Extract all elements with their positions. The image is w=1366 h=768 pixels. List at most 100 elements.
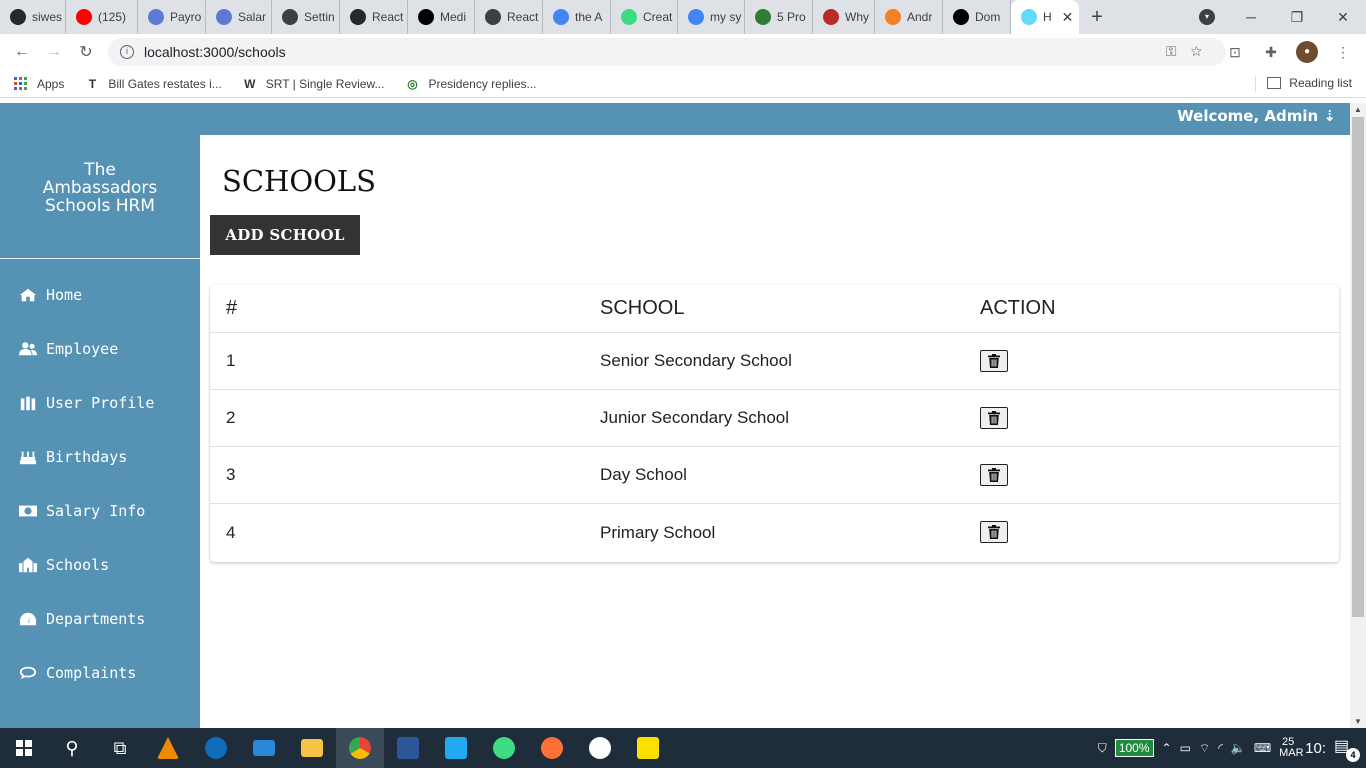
windows-start-icon[interactable]	[0, 728, 48, 768]
time-display[interactable]: 10:	[1305, 740, 1326, 757]
browser-tab[interactable]: Medi	[408, 0, 475, 34]
tribune-icon: T	[88, 76, 97, 91]
vlc-icon[interactable]	[144, 728, 192, 768]
volume-icon[interactable]: 🔈	[1231, 741, 1246, 755]
forward-icon[interactable]: →	[38, 43, 70, 61]
sidebar-item-birthdays[interactable]: Birthdays	[0, 430, 200, 484]
address-bar[interactable]: i localhost:3000/schools ⚿☆	[108, 38, 1226, 66]
browser-tab[interactable]: (125)	[66, 0, 138, 34]
edge-icon[interactable]	[192, 728, 240, 768]
scroll-down-icon[interactable]: ▼	[1354, 717, 1362, 726]
page-scrollbar[interactable]: ▲ ▼	[1350, 103, 1366, 728]
site-info-icon[interactable]: i	[120, 45, 134, 59]
sidebar-item-schools[interactable]: Schools	[0, 538, 200, 592]
task-view-icon[interactable]: ⧉	[96, 728, 144, 768]
menu-kebab-icon[interactable]: ⋮	[1332, 41, 1354, 63]
extensions-puzzle-icon[interactable]: ✚	[1260, 41, 1282, 63]
browser-tab-label: Dom	[975, 10, 1001, 24]
maximize-icon[interactable]: ❐	[1274, 9, 1320, 26]
sidebar-item-label: Birthdays	[46, 448, 128, 466]
browser-tab[interactable]: 5 Pro	[745, 0, 813, 34]
shield-icon[interactable]: ⛉	[1098, 741, 1107, 756]
bookmark-presidency[interactable]: ◎ Presidency replies...	[404, 76, 536, 92]
scroll-up-icon[interactable]: ▲	[1354, 105, 1362, 114]
browser-tab[interactable]: Salar	[206, 0, 272, 34]
keyboard-icon[interactable]: ⌨	[1254, 741, 1271, 755]
chevron-up-icon[interactable]: ⌃	[1162, 741, 1172, 755]
app-icon[interactable]	[576, 728, 624, 768]
notification-center-icon[interactable]: ▤ 4	[1334, 736, 1360, 762]
browser-tab-label: (125)	[98, 10, 127, 24]
bookmark-bill-gates[interactable]: T Bill Gates restates i...	[84, 76, 222, 92]
browser-tab[interactable]: Creat	[611, 0, 678, 34]
browser-tab[interactable]: Why	[813, 0, 875, 34]
browser-tab[interactable]: H ✕	[1011, 0, 1079, 34]
profile-avatar[interactable]: ●	[1296, 41, 1318, 63]
extension-icon[interactable]: ⊡	[1224, 41, 1246, 63]
date-display[interactable]: 25 MAR	[1279, 737, 1303, 759]
browser-tab[interactable]: React	[475, 0, 543, 34]
app-topbar: Welcome, Admin ⇣	[0, 103, 1350, 135]
key-icon[interactable]: ⚿	[1166, 43, 1191, 59]
reading-list[interactable]: Reading list	[1267, 76, 1352, 90]
delete-school-button[interactable]	[980, 406, 1008, 429]
browser-tab-label: siwes	[32, 10, 63, 24]
back-icon[interactable]: ←	[6, 43, 38, 61]
network-icon[interactable]: ⌔	[1199, 741, 1210, 756]
minimize-icon[interactable]: ─	[1228, 9, 1274, 25]
row-number: 1	[226, 351, 236, 370]
google-icon	[688, 9, 704, 25]
add-school-button[interactable]: ADD SCHOOL	[210, 215, 360, 255]
browser-tab[interactable]: Settin	[272, 0, 340, 34]
sidebar-item-label: Employee	[46, 340, 119, 358]
sidebar: The Ambassadors Schools HRM Home Employe…	[0, 103, 200, 728]
school-name: Junior Secondary School	[600, 408, 790, 427]
battery-indicator[interactable]: 100%	[1114, 739, 1154, 757]
reading-list-icon	[1267, 77, 1282, 89]
wifi-icon[interactable]: ◜	[1218, 741, 1223, 755]
bookmark-apps[interactable]: Apps	[14, 77, 64, 91]
sticky-notes-icon[interactable]	[624, 728, 672, 768]
sidebar-item-departments[interactable]: Departments	[0, 592, 200, 646]
delete-school-button[interactable]	[980, 463, 1008, 486]
reload-icon[interactable]: ↻	[70, 42, 102, 62]
sidebar-item-salary-info[interactable]: Salary Info	[0, 484, 200, 538]
users-icon	[18, 341, 38, 357]
word-icon[interactable]	[384, 728, 432, 768]
browser-tab[interactable]: Dom	[943, 0, 1011, 34]
browser-tab[interactable]: Andr	[875, 0, 943, 34]
close-tab-icon[interactable]: ✕	[1062, 9, 1074, 26]
android-studio-icon[interactable]	[480, 728, 528, 768]
browser-tab[interactable]: the A	[543, 0, 611, 34]
file-explorer-icon[interactable]	[288, 728, 336, 768]
browser-tab[interactable]: Payro	[138, 0, 206, 34]
school-name: Senior Secondary School	[600, 351, 792, 370]
sidebar-item-complaints[interactable]: Complaints	[0, 646, 200, 700]
welcome-dropdown[interactable]: Welcome, Admin ⇣	[1177, 107, 1336, 125]
chrome-icon[interactable]	[336, 728, 384, 768]
browser-tab[interactable]: siwes	[0, 0, 66, 34]
sidebar-item-home[interactable]: Home	[0, 268, 200, 322]
mail-icon[interactable]	[240, 728, 288, 768]
globe-icon	[148, 9, 164, 25]
tab-search-icon[interactable]: ▾	[1199, 9, 1215, 25]
vscode-icon[interactable]	[432, 728, 480, 768]
scrollbar-thumb[interactable]	[1352, 117, 1364, 617]
browser-tab-label: the A	[575, 10, 603, 24]
search-icon[interactable]: ⚲	[48, 728, 96, 768]
windows-taskbar: ⚲ ⧉ ⛉ 100% ⌃ ▭ ⌔ ◜ 🔈 ⌨ 25 MAR 10: ▤ 4	[0, 728, 1366, 768]
browser-tab[interactable]: my sy	[678, 0, 745, 34]
close-window-icon[interactable]: ✕	[1320, 9, 1366, 26]
sidebar-item-user-profile[interactable]: User Profile	[0, 376, 200, 430]
browser-tab-label: Why	[845, 10, 869, 24]
usb-icon[interactable]: ▭	[1180, 741, 1191, 755]
birthday-cake-icon	[18, 449, 38, 465]
bookmark-srt[interactable]: W SRT | Single Review...	[242, 76, 384, 92]
sidebar-item-employee[interactable]: Employee	[0, 322, 200, 376]
bookmark-star-icon[interactable]: ☆	[1191, 43, 1216, 59]
new-tab-icon[interactable]: +	[1079, 6, 1115, 29]
delete-school-button[interactable]	[980, 349, 1008, 372]
firefox-icon[interactable]	[528, 728, 576, 768]
browser-tab[interactable]: React	[340, 0, 408, 34]
delete-school-button[interactable]	[980, 521, 1008, 543]
